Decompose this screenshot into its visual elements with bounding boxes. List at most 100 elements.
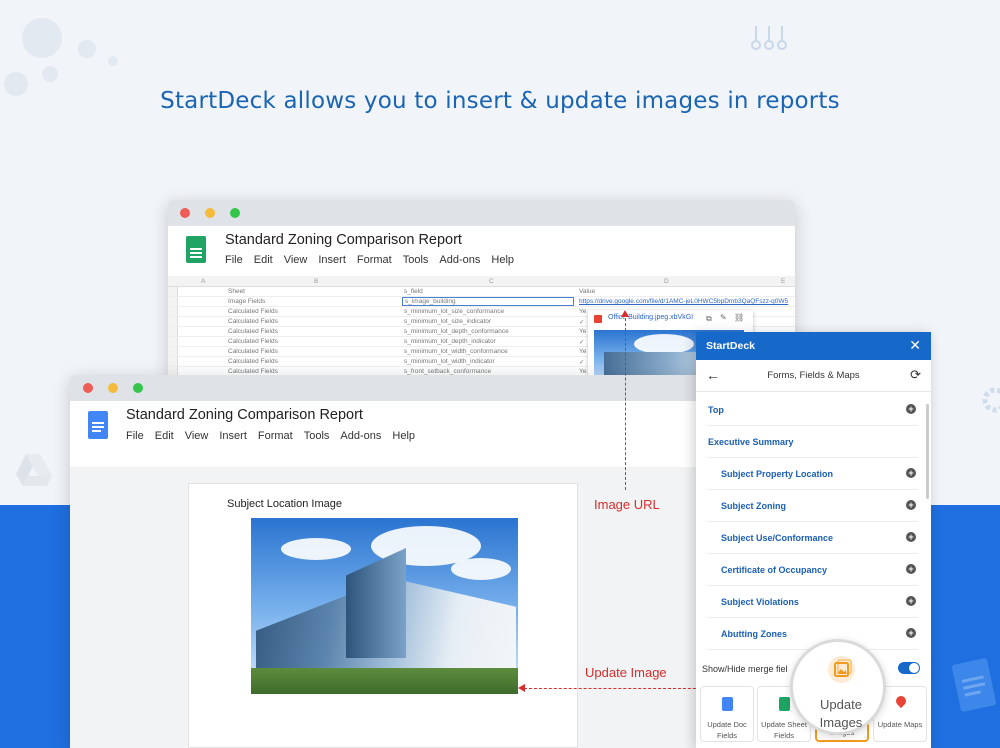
column-letter[interactable]: E (781, 278, 785, 285)
menu-edit[interactable]: Edit (254, 254, 273, 266)
menu-format[interactable]: Format (357, 254, 392, 266)
cell[interactable]: ✓ (579, 338, 584, 346)
cell[interactable]: Ye (579, 348, 586, 355)
menu-addons[interactable]: Add-ons (340, 430, 381, 442)
headline: StartDeck allows you to insert & update … (160, 88, 840, 114)
cell[interactable]: Calculated Fields (228, 318, 278, 325)
copy-link-icon[interactable]: ⧉ (706, 314, 712, 324)
cell[interactable]: Calculated Fields (228, 358, 278, 365)
cell[interactable]: Value (579, 288, 595, 295)
menu-addons[interactable]: Add-ons (439, 254, 480, 266)
menu-tools[interactable]: Tools (304, 430, 330, 442)
sheets-doc-title[interactable]: Standard Zoning Comparison Report (225, 232, 462, 248)
images-icon (828, 656, 855, 683)
cell[interactable]: ✓ (579, 358, 584, 366)
column-letter[interactable]: C (489, 278, 494, 285)
cell[interactable]: Calculated Fields (228, 368, 278, 375)
close-icon[interactable]: ✕ (909, 337, 921, 354)
cell[interactable]: s_field (404, 288, 423, 295)
menu-help[interactable]: Help (392, 430, 415, 442)
cell[interactable]: Calculated Fields (228, 308, 278, 315)
decor-network-icon (751, 26, 787, 50)
header-row[interactable]: Sheet s_field Value (168, 287, 795, 297)
cell[interactable]: s_minimum_lot_depth_conformance (404, 328, 509, 335)
section-item-subject-violations[interactable]: Subject Violations + (708, 586, 918, 618)
minimize-dot-icon[interactable] (108, 383, 118, 393)
lawn (251, 668, 518, 694)
docs-window: Standard Zoning Comparison Report File E… (70, 375, 710, 748)
section-item-subject-property-location[interactable]: Subject Property Location + (708, 458, 918, 490)
cell[interactable]: s_minimum_lot_depth_indicator (404, 338, 496, 345)
menu-file[interactable]: File (225, 254, 243, 266)
cell[interactable]: Calculated Fields (228, 338, 278, 345)
cell[interactable]: s_minimum_lot_size_indicator (404, 318, 491, 325)
update-images-magnifier[interactable]: Update Images (790, 639, 886, 735)
cell[interactable]: Calculated Fields (228, 348, 278, 355)
expand-plus-icon[interactable]: + (906, 628, 916, 638)
maximize-dot-icon[interactable] (230, 208, 240, 218)
expand-plus-icon[interactable]: + (906, 468, 916, 478)
cell[interactable]: Ye (579, 328, 586, 335)
menu-insert[interactable]: Insert (219, 430, 247, 442)
cell[interactable]: s_image_building (402, 297, 574, 306)
sheet-icon (779, 697, 790, 711)
maximize-dot-icon[interactable] (133, 383, 143, 393)
cell[interactable]: s_minimum_lot_width_indicator (404, 358, 495, 365)
cell[interactable]: Calculated Fields (228, 328, 278, 335)
callout-image-url: Image URL (594, 497, 660, 512)
column-header-row: A B C D E (168, 276, 795, 287)
cell[interactable]: Image Fields (228, 298, 265, 305)
menu-help[interactable]: Help (491, 254, 514, 266)
expand-plus-icon[interactable]: + (906, 404, 916, 414)
cell[interactable]: s_minimum_lot_width_conformance (404, 348, 508, 355)
expand-plus-icon[interactable]: + (906, 596, 916, 606)
close-dot-icon[interactable] (83, 383, 93, 393)
cell[interactable]: Sheet (228, 288, 245, 295)
cell[interactable]: ✓ (579, 318, 584, 326)
menu-view[interactable]: View (185, 430, 209, 442)
unlink-icon[interactable]: ⛓ (734, 313, 744, 322)
close-dot-icon[interactable] (180, 208, 190, 218)
document-page[interactable]: Subject Location Image (188, 483, 578, 748)
minimize-dot-icon[interactable] (205, 208, 215, 218)
expand-plus-icon[interactable]: + (906, 564, 916, 574)
merge-field-toggle[interactable] (898, 662, 920, 674)
column-letter[interactable]: D (664, 278, 669, 285)
scrollbar[interactable] (926, 404, 929, 499)
refresh-icon[interactable]: ⟳ (910, 367, 921, 383)
section-item-subject-zoning[interactable]: Subject Zoning + (708, 490, 918, 522)
cell-link[interactable]: https://drive.google.com/file/d/1AMC-jeL… (579, 298, 788, 305)
image-caption: Subject Location Image (227, 498, 342, 510)
menu-format[interactable]: Format (258, 430, 293, 442)
docs-doc-title[interactable]: Standard Zoning Comparison Report (126, 407, 363, 423)
image-file-icon (594, 315, 602, 323)
building-image[interactable] (251, 518, 518, 694)
edit-link-icon[interactable]: ✎ (720, 313, 727, 322)
menu-file[interactable]: File (126, 430, 144, 442)
tile-label: Update Sheet Fields (761, 720, 807, 740)
decor-dot (78, 40, 96, 58)
menu-insert[interactable]: Insert (318, 254, 346, 266)
expand-plus-icon[interactable]: + (906, 500, 916, 510)
sidebar-header: StartDeck ✕ (696, 332, 931, 360)
section-label: Subject Property Location (721, 469, 834, 479)
section-item-top[interactable]: Top + (708, 394, 918, 426)
callout-update-image: Update Image (585, 665, 667, 680)
column-letter[interactable]: B (314, 278, 318, 285)
menu-view[interactable]: View (284, 254, 308, 266)
expand-plus-icon[interactable]: + (906, 532, 916, 542)
update-doc-fields-button[interactable]: Update Doc Fields (700, 686, 754, 742)
cell[interactable]: s_front_setback_conformance (404, 368, 491, 375)
cell[interactable]: Ye (579, 368, 586, 375)
section-item-certificate-of-occupancy[interactable]: Certificate of Occupancy + (708, 554, 918, 586)
cell[interactable]: s_minimum_lot_size_conformance (404, 308, 504, 315)
decor-dot (42, 66, 58, 82)
menu-edit[interactable]: Edit (155, 430, 174, 442)
section-item-executive-summary[interactable]: Executive Summary (708, 426, 918, 458)
cell[interactable]: Ye (579, 308, 586, 315)
table-row[interactable]: Image Fields s_image_building https://dr… (168, 297, 795, 307)
column-letter[interactable]: A (201, 278, 205, 285)
section-item-subject-use[interactable]: Subject Use/Conformance + (708, 522, 918, 554)
map-pin-icon (893, 693, 909, 709)
menu-tools[interactable]: Tools (403, 254, 429, 266)
